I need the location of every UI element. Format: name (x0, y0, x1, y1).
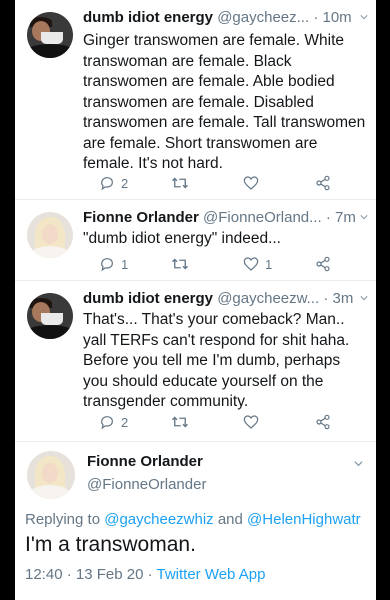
retweet-button[interactable] (171, 414, 195, 430)
author-name[interactable]: dumb idiot energy (83, 9, 213, 26)
share-button[interactable] (315, 175, 331, 191)
reply-icon (101, 258, 113, 272)
avatar[interactable] (27, 451, 75, 499)
tweet-source-link[interactable]: Twitter Web App (156, 566, 265, 583)
share-button[interactable] (315, 414, 331, 430)
tweet-meta: 12:40 · 13 Feb 20 · Twitter Web App (25, 566, 265, 583)
divider (15, 441, 376, 442)
reply-count: 2 (121, 414, 129, 430)
chevron-down-icon[interactable] (360, 213, 368, 221)
share-icon (316, 256, 330, 272)
like-icon (243, 176, 259, 190)
avatar[interactable] (27, 212, 73, 258)
twitter-thread: dumb idiot energy @gaycheez... · 10m Gin… (15, 0, 376, 600)
retweet-button[interactable] (171, 256, 195, 272)
author-handle[interactable]: @FionneOrland... (203, 209, 322, 226)
reply-icon (101, 416, 113, 430)
author-name[interactable]: Fionne Orlander (83, 209, 199, 226)
tweet-text: That's... That's your comeback? Man.. ya… (83, 311, 350, 410)
avatar[interactable] (27, 12, 73, 58)
retweet-button[interactable] (171, 175, 195, 191)
reply-button[interactable]: 2 (99, 175, 128, 191)
like-button[interactable] (243, 414, 265, 430)
retweet-icon (172, 416, 188, 428)
chevron-down-icon[interactable] (360, 13, 368, 21)
like-count: 1 (265, 256, 273, 272)
share-icon (316, 175, 330, 191)
tweet-timestamp: 12:40 · 13 Feb 20 · (25, 566, 157, 583)
replying-prefix: Replying to (25, 511, 105, 528)
author-handle[interactable]: @FionneOrlander (87, 476, 206, 493)
like-icon (243, 257, 259, 271)
like-button[interactable] (243, 175, 265, 191)
tweet-3[interactable]: dumb idiot energy @gaycheezw... · 3m Tha… (15, 281, 376, 442)
reply-button[interactable]: 2 (99, 414, 128, 430)
tweet-time: · 3m (323, 290, 354, 307)
retweet-icon (172, 177, 188, 189)
replying-and: and (213, 511, 248, 528)
reply-target-link[interactable]: @gaycheezwhiz (104, 511, 213, 528)
tweet-1[interactable]: dumb idiot energy @gaycheez... · 10m Gin… (15, 0, 376, 200)
like-icon (243, 415, 259, 429)
tweet-time: · 7m (325, 209, 356, 226)
author-handle[interactable]: @gaycheezw... (217, 290, 319, 307)
reply-icon (101, 177, 113, 191)
author-name[interactable]: dumb idiot energy (83, 290, 213, 307)
like-button[interactable]: 1 (243, 256, 272, 272)
tweet-text: Ginger transwomen are female. White tran… (83, 32, 366, 172)
author-name[interactable]: Fionne Orlander (87, 453, 203, 470)
reply-button[interactable]: 1 (99, 256, 128, 272)
tweet-time: · 10m (313, 9, 352, 26)
share-icon (316, 414, 330, 430)
chevron-down-icon[interactable] (354, 459, 363, 468)
avatar[interactable] (27, 293, 73, 339)
author-handle[interactable]: @gaycheez... (217, 9, 309, 26)
retweet-icon (172, 258, 188, 270)
tweet-2[interactable]: Fionne Orlander @FionneOrland... · 7m "d… (15, 200, 376, 281)
chevron-down-icon[interactable] (360, 294, 368, 302)
reply-count: 1 (121, 256, 129, 272)
share-button[interactable] (315, 256, 331, 272)
tweet-text: "dumb idiot energy" indeed... (83, 230, 281, 247)
replying-to: Replying to @gaycheezwhiz and @HelenHigh… (25, 511, 361, 528)
reply-count: 2 (121, 175, 129, 191)
reply-target-link[interactable]: @HelenHighwatr (247, 511, 361, 528)
focused-tweet-text: I'm a transwoman. (25, 533, 196, 556)
